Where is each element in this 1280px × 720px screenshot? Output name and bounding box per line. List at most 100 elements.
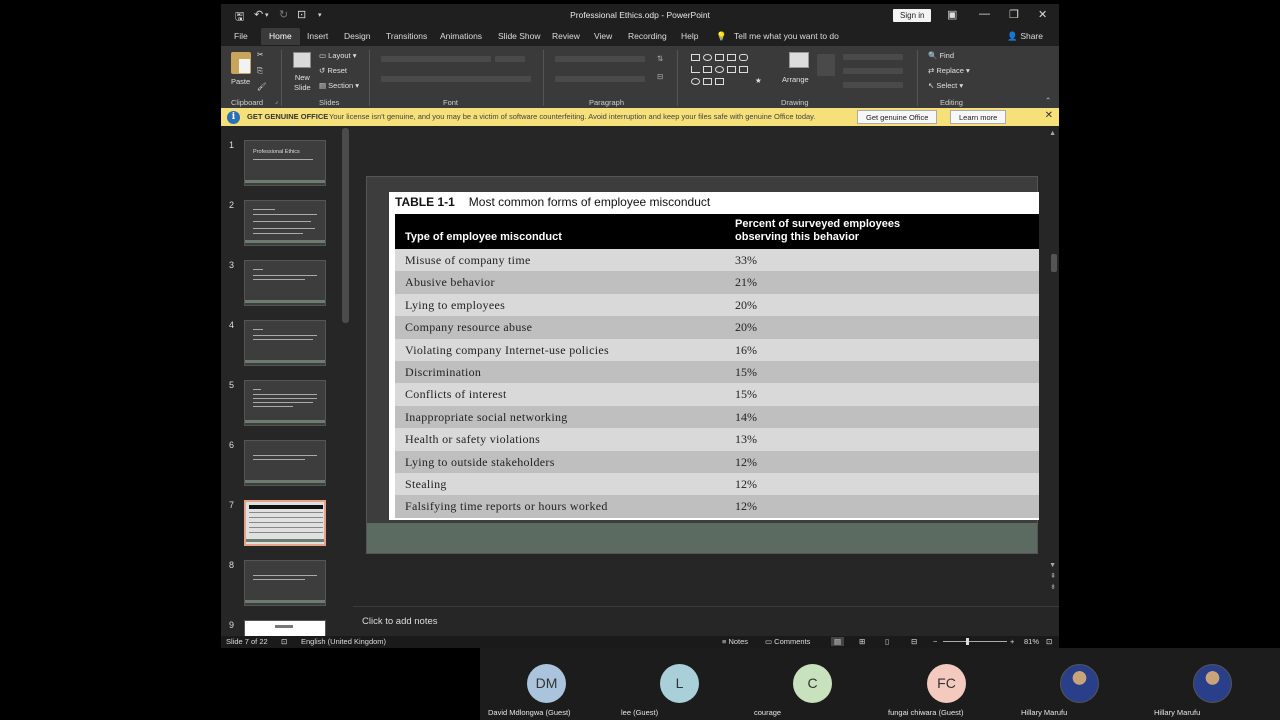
arrow-shape-icon[interactable] (727, 66, 736, 73)
shape-fill-button[interactable] (843, 54, 903, 60)
oval-shape-icon[interactable] (715, 66, 724, 73)
reading-view-icon[interactable]: ▯ (885, 637, 889, 646)
arrange-button[interactable]: Arrange (782, 75, 809, 84)
tab-view[interactable]: View (594, 31, 612, 41)
replace-button[interactable]: ⇄ Replace ▾ (928, 66, 970, 75)
oval-shape-icon[interactable] (691, 78, 700, 85)
tab-insert[interactable]: Insert (307, 31, 328, 41)
participant-tile[interactable]: Hillary Marufu (1013, 648, 1146, 720)
tab-transitions[interactable]: Transitions (386, 31, 427, 41)
slide-thumbnail[interactable] (244, 560, 326, 606)
thumbnails-scrollbar[interactable] (342, 128, 349, 323)
zoom-slider-thumb[interactable] (966, 638, 969, 645)
participant-tile[interactable]: Hillary Marufu (1146, 648, 1279, 720)
notes-pane[interactable]: Click to add notes (353, 606, 1059, 636)
tab-file[interactable]: File (234, 31, 248, 41)
restore-icon[interactable]: ❐ (1009, 8, 1019, 21)
reset-button[interactable]: ↺ Reset (319, 66, 347, 75)
font-size-box[interactable] (495, 56, 525, 62)
star-shape-icon[interactable]: ★ (755, 76, 762, 85)
tell-me-search[interactable]: Tell me what you want to do (734, 31, 839, 41)
next-slide-icon[interactable]: ⇟ (1050, 583, 1056, 591)
layout-button[interactable]: ▭ Layout ▾ (319, 51, 357, 60)
section-button[interactable]: ▤ Section ▾ (319, 81, 359, 90)
tab-review[interactable]: Review (552, 31, 580, 41)
tab-home[interactable]: Home (261, 28, 300, 45)
slide-scrollbar[interactable] (1051, 254, 1057, 272)
share-button[interactable]: 👤 Share (1007, 31, 1043, 42)
brace-shape-icon[interactable] (703, 78, 712, 85)
oval-shape-icon[interactable] (703, 54, 712, 61)
tab-help[interactable]: Help (681, 31, 698, 41)
format-painter-icon[interactable]: 🖌 (257, 82, 267, 91)
get-genuine-office-button[interactable]: Get genuine Office (857, 110, 938, 124)
slide-thumbnail[interactable] (244, 380, 326, 426)
participant-tile[interactable]: FC fungai chiwara (Guest) (880, 648, 1013, 720)
font-formatting-buttons[interactable] (381, 76, 531, 82)
normal-view-icon[interactable]: ▤ (831, 637, 845, 646)
slide-thumbnail[interactable]: Professional Ethics (244, 140, 326, 186)
paste-icon[interactable] (231, 52, 251, 74)
shape-effects-button[interactable] (843, 82, 903, 88)
slide-count[interactable]: Slide 7 of 22 (226, 637, 268, 646)
rectangle-shape-icon[interactable] (739, 66, 748, 73)
tab-recording[interactable]: Recording (628, 31, 667, 41)
copy-icon[interactable]: ⎘ (257, 66, 263, 76)
quick-styles-button[interactable] (817, 54, 835, 76)
learn-more-button[interactable]: Learn more (950, 110, 1007, 124)
select-button[interactable]: ↖ Select ▾ (928, 81, 963, 90)
slide-thumbnail[interactable] (244, 440, 326, 486)
previous-slide-icon[interactable]: ⇞ (1050, 572, 1056, 580)
participant-tile[interactable]: L lee (Guest) (613, 648, 746, 720)
language-indicator[interactable]: English (United Kingdom) (301, 637, 386, 646)
slide-thumbnail[interactable] (244, 260, 326, 306)
slide-thumbnail[interactable] (244, 200, 326, 246)
cut-icon[interactable]: ✂ (257, 50, 263, 59)
text-direction-icon[interactable]: ⇅ (657, 54, 663, 63)
slideshow-icon[interactable]: ⊟ (911, 637, 917, 646)
participant-tile[interactable]: DM David Mdlongwa (Guest) (480, 648, 613, 720)
rectangle-shape-icon[interactable] (703, 66, 712, 73)
tab-slide-show[interactable]: Slide Show (498, 31, 541, 41)
slide-thumbnail[interactable] (244, 320, 326, 366)
rounded-rect-shape-icon[interactable] (739, 54, 748, 61)
zoom-slider-track[interactable] (943, 641, 1007, 642)
scroll-up-icon[interactable]: ▲ (1049, 130, 1056, 137)
tab-design[interactable]: Design (344, 31, 370, 41)
find-button[interactable]: 🔍 Find (928, 51, 954, 60)
slide-thumbnail[interactable] (244, 620, 326, 636)
scroll-down-icon[interactable]: ▼ (1049, 562, 1056, 569)
notes-button[interactable]: ≡ Notes (722, 637, 748, 646)
misconduct-table-image[interactable]: TABLE 1-1 Most common forms of employee m… (389, 192, 1039, 520)
current-slide[interactable]: TABLE 1-1 Most common forms of employee m… (366, 176, 1039, 554)
shapes-gallery[interactable]: ★ (689, 52, 773, 90)
fit-to-window-icon[interactable]: ⊡ (1046, 637, 1052, 646)
brace-shape-icon[interactable] (715, 78, 724, 85)
new-slide-button[interactable]: New Slide (294, 73, 311, 93)
accessibility-icon[interactable]: ⊡ (281, 637, 287, 646)
connector-shape-icon[interactable] (691, 66, 700, 73)
zoom-level[interactable]: 81% (1024, 637, 1039, 646)
align-text-icon[interactable]: ⊟ (657, 72, 663, 81)
notes-placeholder[interactable]: Click to add notes (362, 616, 438, 627)
rectangle-shape-icon[interactable] (715, 54, 724, 61)
rectangle-shape-icon[interactable] (691, 54, 700, 61)
alignment-buttons[interactable] (555, 76, 645, 82)
participant-tile[interactable]: C courage (746, 648, 879, 720)
list-buttons[interactable] (555, 56, 645, 62)
arrange-icon[interactable] (789, 52, 809, 68)
tab-animations[interactable]: Animations (440, 31, 482, 41)
slide-sorter-icon[interactable]: ⊞ (859, 637, 865, 646)
clipboard-launcher-icon[interactable]: ⌟ (275, 98, 278, 105)
close-icon[interactable]: ✕ (1045, 110, 1053, 121)
close-icon[interactable]: ✕ (1038, 8, 1047, 21)
font-name-box[interactable] (381, 56, 491, 62)
new-slide-icon[interactable] (293, 52, 311, 68)
comments-button[interactable]: ▭ Comments (765, 637, 810, 646)
slide-thumbnail-selected[interactable] (244, 500, 326, 546)
rectangle-shape-icon[interactable] (727, 54, 736, 61)
minimize-icon[interactable]: — (979, 8, 990, 20)
paste-button[interactable]: Paste (231, 77, 250, 86)
zoom-in-icon[interactable]: + (1010, 637, 1014, 646)
zoom-out-icon[interactable]: − (933, 637, 937, 646)
